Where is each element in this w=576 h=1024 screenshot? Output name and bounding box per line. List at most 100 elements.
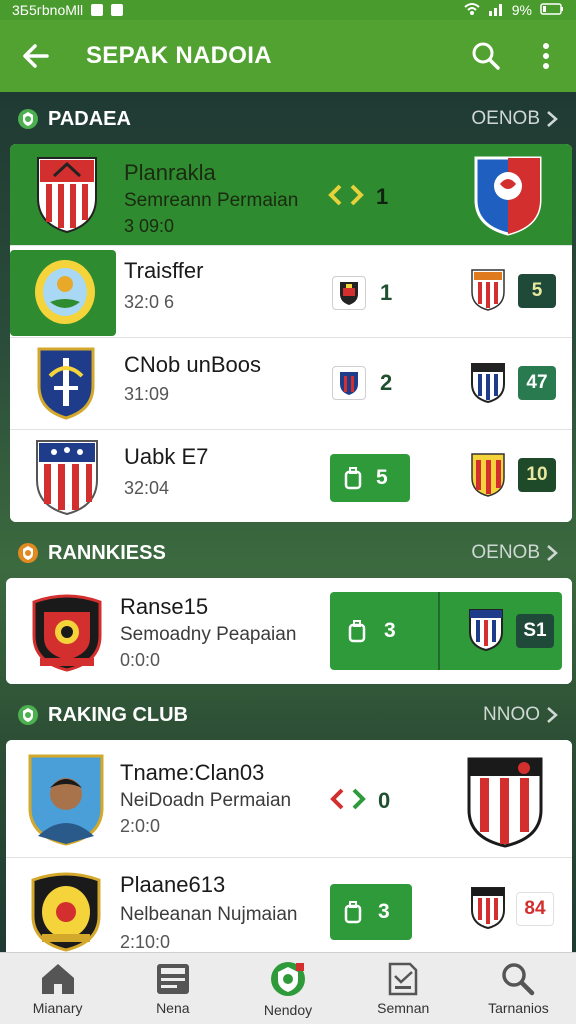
match-row[interactable]: Planrakla Semreann Permaian 3 09:0 1: [10, 144, 572, 246]
shield-logo-icon: [18, 543, 38, 563]
score-badge: S1: [516, 614, 554, 648]
nav-label: Nena: [156, 999, 190, 1016]
back-button[interactable]: [0, 20, 72, 92]
score: 5: [376, 466, 388, 489]
match-time: 2:0:0: [120, 816, 161, 836]
club-crest-icon: [35, 260, 95, 324]
predict-button[interactable]: 5: [330, 454, 410, 502]
search-button[interactable]: [456, 20, 516, 92]
match-list: Planrakla Semreann Permaian 3 09:0 1 Tra…: [10, 144, 572, 522]
club-list: Tname:Clan03 NeiDoadn Permaian 2:0:0 0 P…: [6, 740, 572, 952]
match-time: 3 09:0: [124, 216, 175, 236]
see-more-link[interactable]: NNOO: [483, 704, 558, 726]
match-title: Ranse15: [120, 594, 209, 619]
match-subtitle: Semoadny Peapaian: [120, 624, 297, 645]
predict-button[interactable]: 3 S1: [330, 592, 562, 670]
bottom-navigation: Mianary Nena Nendoy Semnan Tarnanios: [0, 952, 576, 1024]
club-crest-icon: [469, 609, 503, 652]
notification-icon: [91, 4, 104, 16]
match-title: Uabk E7: [124, 444, 209, 469]
nav-item-club[interactable]: Nendoy: [230, 953, 345, 1024]
chevron-right-icon: [547, 111, 558, 127]
ranking-list: Ranse15 Semoadny Peapaian 0:0:0 3 S1: [6, 578, 572, 684]
nav-item-document[interactable]: Semnan: [346, 953, 461, 1024]
score-badge: 84: [516, 892, 554, 926]
match-title: Tname:Clan03: [120, 760, 265, 785]
more-menu-button[interactable]: [516, 20, 576, 92]
club-crest-icon: [31, 872, 101, 952]
score: 0: [378, 788, 391, 813]
score-badge: 5: [518, 274, 556, 308]
swap-arrows-icon: [330, 788, 366, 810]
match-time: 0:0:0: [120, 650, 161, 670]
club-crest-icon: [340, 282, 358, 305]
jersey-icon: [344, 901, 362, 924]
see-more-link[interactable]: OENOB: [471, 108, 558, 130]
score: 1: [376, 184, 389, 209]
match-row[interactable]: Plaane613 Nelbeanan Nujmaian 2:10:0 3 84: [6, 858, 572, 952]
match-time: 31:09: [124, 384, 170, 404]
match-title: CNob unBoos: [124, 352, 261, 377]
club-crest-icon: [471, 269, 505, 311]
club-crest-icon: [37, 347, 95, 420]
match-subtitle: Nelbeanan Nujmaian: [120, 904, 298, 925]
club-crest-icon: [471, 363, 505, 404]
section-title: RAKING CLUB: [48, 703, 188, 726]
status-text: 3Б5гbnoМll: [12, 2, 84, 18]
match-time: 32:04: [124, 478, 170, 498]
search-icon: [472, 42, 500, 70]
see-more-label: NNOO: [483, 704, 540, 725]
club-crest-icon: [471, 887, 505, 930]
match-row[interactable]: Ranse15 Semoadny Peapaian 0:0:0 3 S1: [6, 578, 572, 684]
section-header: RANNKIESS OENOB: [0, 528, 576, 578]
see-more-label: OENOB: [471, 542, 540, 563]
score: 3: [378, 900, 390, 923]
nav-item-news[interactable]: Nena: [115, 953, 230, 1024]
nav-label: Nendoy: [263, 1001, 313, 1018]
score-badge: 47: [518, 366, 556, 400]
section-title: RANNKIESS: [48, 541, 166, 564]
swap-arrows-icon: [328, 184, 364, 206]
match-row[interactable]: CNob unBoos 31:09 2 47: [10, 338, 572, 430]
see-more-label: OENOB: [471, 108, 540, 129]
nav-label: Tarnanios: [488, 999, 549, 1016]
battery-percent: 9%: [511, 2, 532, 18]
predict-button[interactable]: 3: [330, 884, 412, 940]
match-title: Traisffer: [124, 258, 204, 283]
jersey-icon: [348, 620, 366, 643]
club-crest-icon: [474, 156, 542, 236]
home-icon: [41, 963, 74, 994]
match-subtitle: Semreann Permaian: [124, 190, 299, 211]
chevron-right-icon: [547, 545, 558, 561]
nav-label: Mianary: [32, 999, 83, 1016]
page-title: SEPAK NADOIA: [86, 42, 272, 69]
shield-logo-icon: [18, 109, 38, 129]
match-row[interactable]: Uabk E7 32:04 5 10: [10, 430, 572, 522]
wifi-icon: [464, 2, 480, 19]
section-title: PADAEA: [48, 107, 131, 130]
match-row[interactable]: Traisffer 32:0 6 1 5: [10, 246, 572, 338]
score-badge: 10: [518, 458, 556, 492]
club-crest-icon: [340, 372, 358, 395]
kebab-icon: [543, 43, 549, 69]
club-crest-icon: [36, 440, 98, 516]
nav-item-search[interactable]: Tarnanios: [461, 953, 576, 1024]
section-header: PADAEA OENOB: [0, 94, 576, 144]
signal-icon: [488, 2, 504, 19]
app-bar: SEPAK NADOIA: [0, 20, 576, 92]
match-time: 32:0 6: [124, 292, 175, 312]
jersey-icon: [344, 467, 362, 490]
club-crest-icon: [467, 757, 543, 848]
player-avatar: [28, 754, 104, 846]
chevron-right-icon: [547, 707, 558, 723]
match-title: Planrakla: [124, 160, 216, 185]
team-mini-crest: [332, 366, 366, 400]
score: 3: [384, 619, 396, 642]
status-bar: 3Б5гbnoМll 9%: [0, 0, 576, 20]
see-more-link[interactable]: OENOB: [471, 542, 558, 564]
match-row[interactable]: Tname:Clan03 NeiDoadn Permaian 2:0:0 0: [6, 740, 572, 858]
nav-item-home[interactable]: Mianary: [0, 953, 115, 1024]
team-mini-crest: [332, 276, 366, 310]
section-header: RAKING CLUB NNOO: [0, 690, 576, 740]
score: 2: [380, 370, 393, 395]
